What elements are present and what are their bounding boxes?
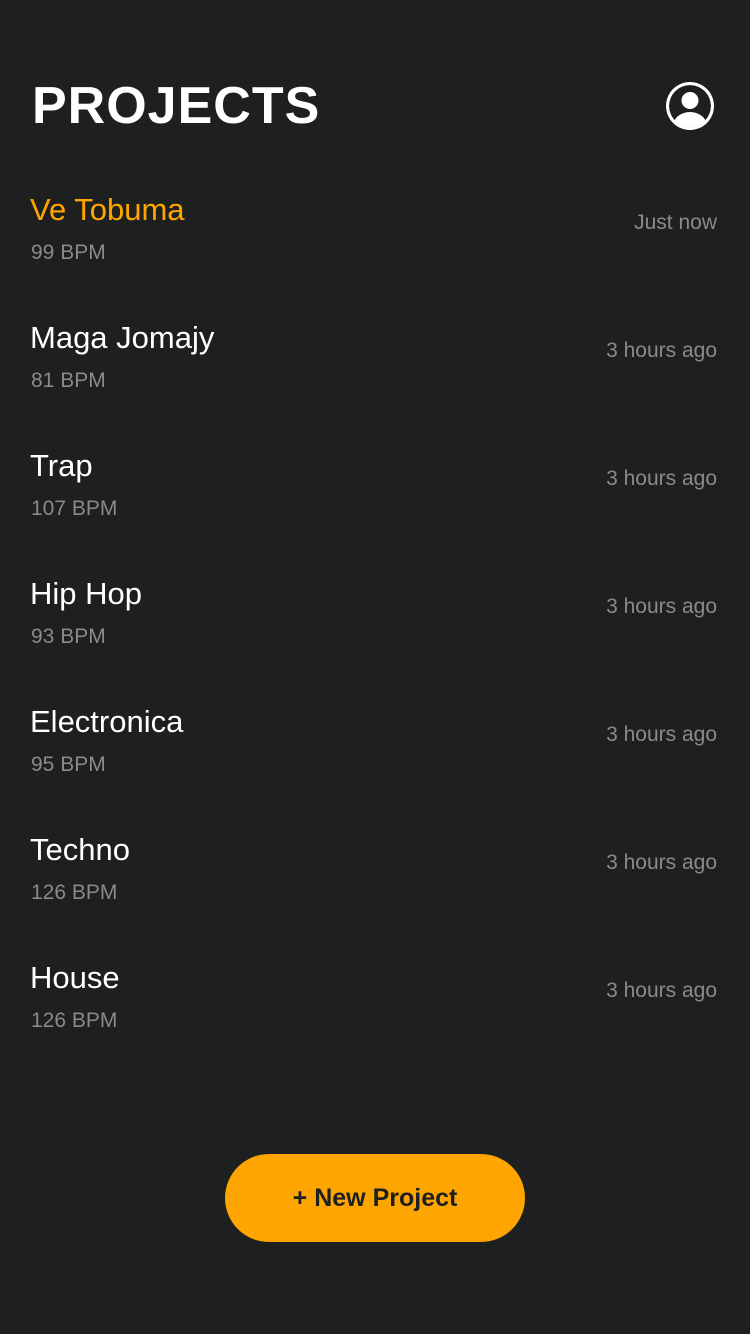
project-bpm: 126 BPM bbox=[31, 881, 118, 904]
project-timestamp: 3 hours ago bbox=[606, 467, 717, 490]
project-item[interactable]: House 126 BPM 3 hours ago bbox=[0, 946, 750, 1074]
project-item[interactable]: Techno 126 BPM 3 hours ago bbox=[0, 818, 750, 946]
page-title: PROJECTS bbox=[32, 77, 321, 135]
project-timestamp: 3 hours ago bbox=[606, 595, 717, 618]
account-circle-icon bbox=[666, 82, 714, 130]
header: PROJECTS bbox=[32, 76, 718, 136]
project-name: Ve Tobuma bbox=[30, 192, 185, 227]
project-timestamp: 3 hours ago bbox=[606, 723, 717, 746]
project-list: Ve Tobuma 99 BPM Just now Maga Jomajy 81… bbox=[0, 178, 750, 1074]
project-name: Maga Jomajy bbox=[30, 320, 215, 355]
new-project-button[interactable]: + New Project bbox=[225, 1154, 525, 1242]
project-name: Techno bbox=[30, 832, 130, 867]
project-timestamp: 3 hours ago bbox=[606, 339, 717, 362]
project-name: Trap bbox=[30, 448, 93, 483]
project-bpm: 95 BPM bbox=[31, 753, 106, 776]
project-bpm: 126 BPM bbox=[31, 1009, 118, 1032]
project-name: Electronica bbox=[30, 704, 184, 739]
project-name: Hip Hop bbox=[30, 576, 142, 611]
project-bpm: 81 BPM bbox=[31, 369, 106, 392]
project-item[interactable]: Electronica 95 BPM 3 hours ago bbox=[0, 690, 750, 818]
project-timestamp: 3 hours ago bbox=[606, 851, 717, 874]
project-item[interactable]: Hip Hop 93 BPM 3 hours ago bbox=[0, 562, 750, 690]
profile-button[interactable] bbox=[666, 82, 714, 130]
project-name: House bbox=[30, 960, 120, 995]
project-timestamp: 3 hours ago bbox=[606, 979, 717, 1002]
project-item[interactable]: Trap 107 BPM 3 hours ago bbox=[0, 434, 750, 562]
project-item[interactable]: Maga Jomajy 81 BPM 3 hours ago bbox=[0, 306, 750, 434]
project-bpm: 93 BPM bbox=[31, 625, 106, 648]
project-timestamp: Just now bbox=[634, 211, 717, 234]
project-bpm: 99 BPM bbox=[31, 241, 106, 264]
projects-screen: PROJECTS Ve Tobuma 99 BPM Just now Maga bbox=[0, 0, 750, 1334]
project-bpm: 107 BPM bbox=[31, 497, 118, 520]
project-item[interactable]: Ve Tobuma 99 BPM Just now bbox=[0, 178, 750, 306]
